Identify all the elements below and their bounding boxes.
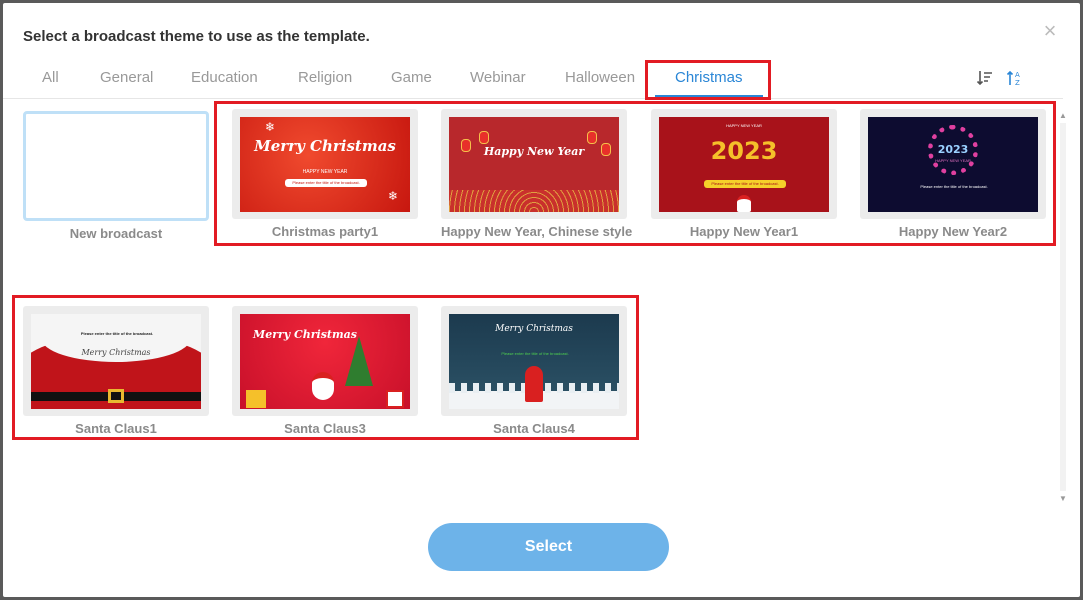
lantern-icon: [601, 143, 611, 156]
svg-text:A: A: [1015, 71, 1020, 79]
sort-descending-icon[interactable]: [976, 69, 994, 87]
scroll-up-icon[interactable]: ▲: [1058, 111, 1068, 120]
tab-christmas[interactable]: Christmas: [675, 69, 743, 86]
theme-card-label: Christmas party1: [271, 224, 379, 239]
new-broadcast-thumbnail: [23, 111, 209, 221]
close-icon[interactable]: ×: [1040, 20, 1060, 42]
santa-claus1-thumbnail: Please enter the title of the broadcast.…: [31, 314, 201, 409]
christmas-party-thumbnail: Merry Christmas HAPPY NEW YEAR Please en…: [240, 117, 410, 212]
santa-icon: [737, 195, 751, 212]
theme-card-happy-new-year-chinese[interactable]: Happy New Year Happy New Year, Chinese s…: [441, 109, 633, 239]
gift-icon: [246, 390, 266, 408]
wave-pattern: [449, 190, 619, 212]
theme-card-santa-claus4[interactable]: Merry Christmas Please enter the title o…: [441, 306, 627, 436]
snowflake-icon: ❄: [265, 120, 276, 134]
tab-education[interactable]: Education: [191, 69, 258, 86]
tab-general[interactable]: General: [100, 69, 153, 86]
theme-card-new-broadcast[interactable]: New broadcast: [23, 111, 209, 241]
svg-text:Z: Z: [1015, 79, 1020, 87]
lantern-icon: [587, 131, 597, 144]
sort-alpha-ascending-icon[interactable]: A Z: [1006, 69, 1024, 87]
select-button[interactable]: Select: [428, 523, 669, 571]
tabs-divider: [3, 98, 1063, 99]
lantern-icon: [461, 139, 471, 152]
tab-halloween[interactable]: Halloween: [565, 69, 635, 86]
theme-card-label: New broadcast: [69, 226, 163, 241]
santa-icon: [312, 372, 334, 400]
lantern-icon: [479, 131, 489, 144]
snowflake-icon: ❄: [388, 189, 399, 203]
active-tab-indicator: [655, 95, 763, 97]
theme-dialog: Select a broadcast theme to use as the t…: [3, 3, 1080, 597]
theme-card-happy-new-year2[interactable]: 2023 HAPPY NEW YEAR Please enter the tit…: [860, 109, 1046, 239]
scrollbar-track[interactable]: [1060, 123, 1066, 491]
tab-webinar[interactable]: Webinar: [470, 69, 526, 86]
theme-card-santa-claus3[interactable]: Merry Christmas Santa Claus3: [232, 306, 418, 436]
tab-game[interactable]: Game: [391, 69, 432, 86]
gift-icon: [386, 390, 404, 408]
happy-new-year1-thumbnail: HAPPY NEW YEAR 2023 Please enter the tit…: [659, 117, 829, 212]
christmas-tree-icon: [345, 336, 373, 386]
santa-icon: [525, 366, 543, 402]
theme-card-label: Happy New Year1: [689, 224, 799, 239]
dialog-title: Select a broadcast theme to use as the t…: [23, 28, 370, 45]
tab-religion[interactable]: Religion: [298, 69, 352, 86]
tab-all[interactable]: All: [42, 69, 59, 86]
theme-card-label: Santa Claus1: [75, 421, 157, 436]
belt-buckle-icon: [108, 389, 124, 403]
theme-card-santa-claus1[interactable]: Please enter the title of the broadcast.…: [23, 306, 209, 436]
scroll-down-icon[interactable]: ▼: [1058, 494, 1068, 503]
theme-card-happy-new-year1[interactable]: HAPPY NEW YEAR 2023 Please enter the tit…: [651, 109, 837, 239]
santa-claus3-thumbnail: Merry Christmas: [240, 314, 410, 409]
theme-card-label: Santa Claus3: [284, 421, 366, 436]
happy-new-year2-thumbnail: 2023 HAPPY NEW YEAR Please enter the tit…: [868, 117, 1038, 212]
theme-card-christmas-party1[interactable]: Merry Christmas HAPPY NEW YEAR Please en…: [232, 109, 418, 239]
vertical-scrollbar[interactable]: ▲ ▼: [1058, 111, 1068, 503]
theme-card-label: Happy New Year2: [898, 224, 1008, 239]
theme-card-label: Happy New Year, Chinese style: [441, 224, 633, 239]
chinese-new-year-thumbnail: Happy New Year: [449, 117, 619, 212]
santa-claus4-thumbnail: Merry Christmas Please enter the title o…: [449, 314, 619, 409]
theme-card-label: Santa Claus4: [493, 421, 575, 436]
category-tabs: All General Education Religion Game Webi…: [23, 63, 1063, 99]
